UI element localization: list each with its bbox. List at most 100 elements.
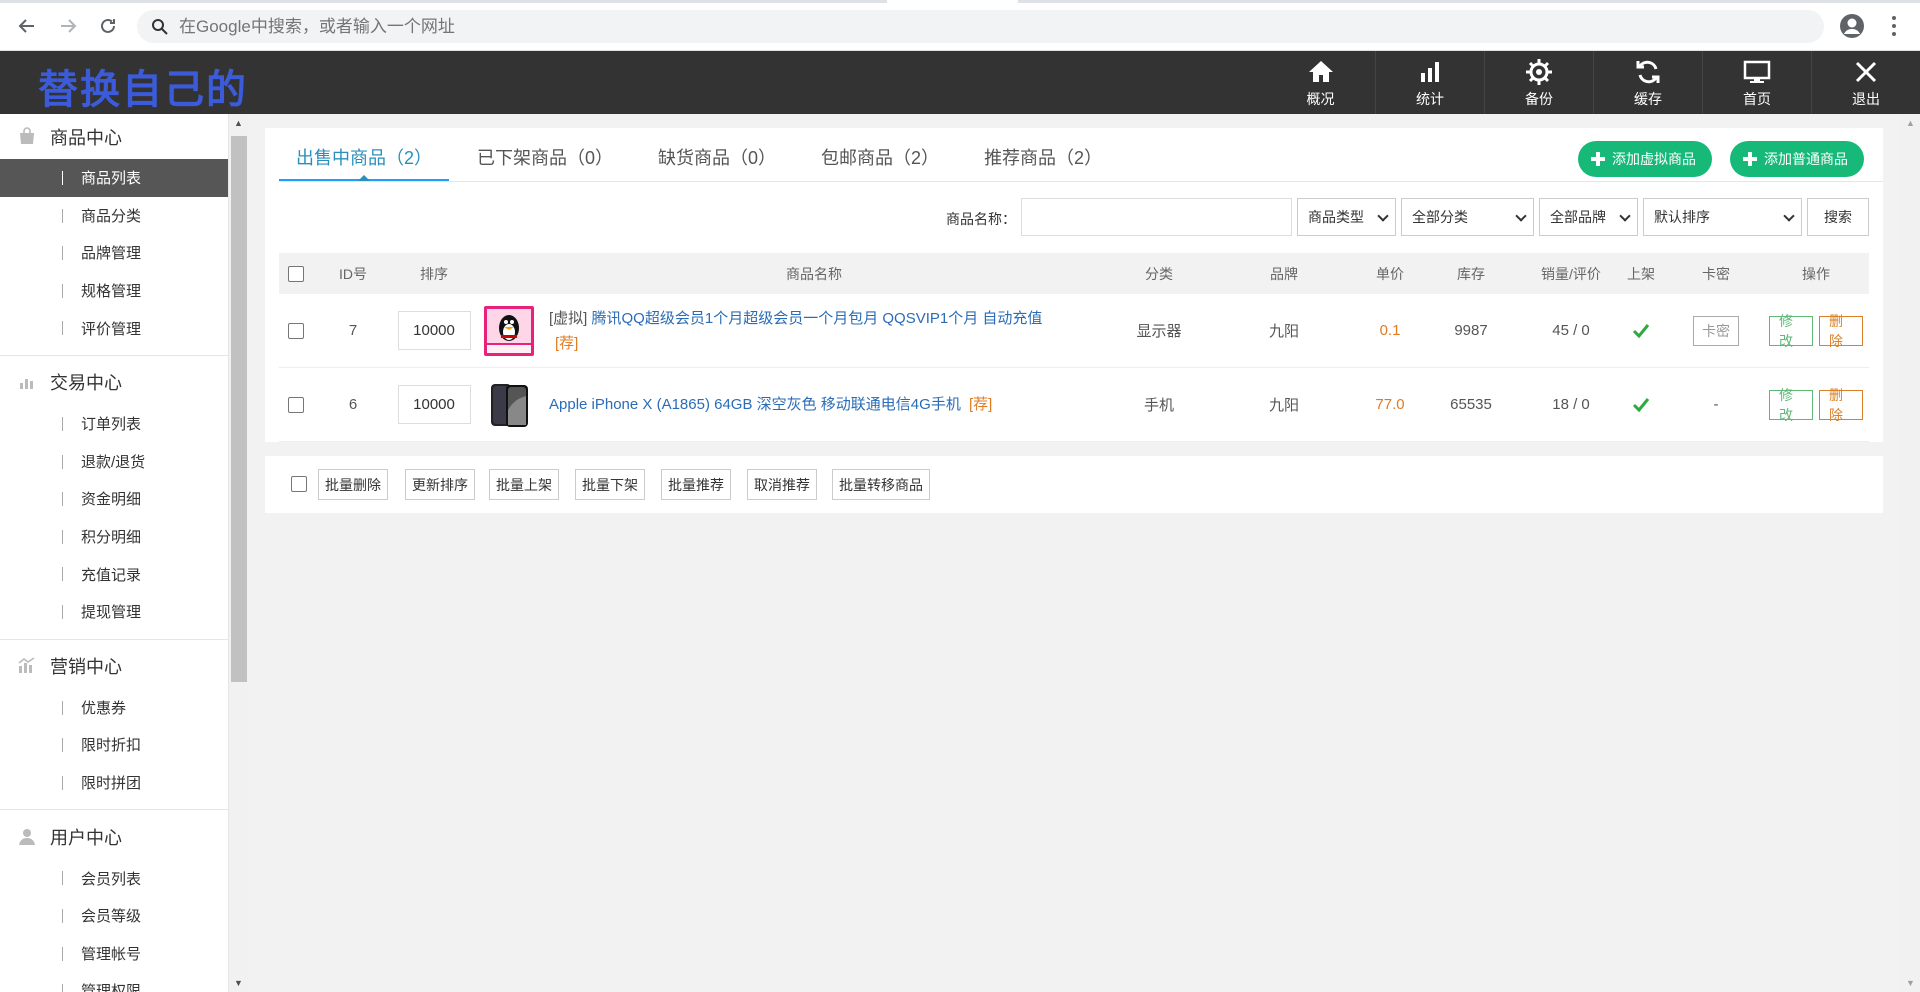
sidebar-item-goods-category[interactable]: 商品分类 bbox=[0, 197, 228, 235]
sidebar-item-goods-list[interactable]: 商品列表 bbox=[0, 159, 228, 197]
check-icon[interactable] bbox=[1631, 395, 1651, 415]
cell-image bbox=[483, 294, 535, 367]
cell-sales: 18 / 0 bbox=[1552, 396, 1590, 413]
sidebar-item-points[interactable]: 积分明细 bbox=[0, 518, 228, 556]
cancel-recommend-button[interactable]: 取消推荐 bbox=[747, 469, 817, 500]
sidebar-item-label: 订单列表 bbox=[81, 416, 142, 434]
sidebar-item-coupons[interactable]: 优惠券 bbox=[0, 689, 228, 727]
category-select[interactable]: 全部分类 bbox=[1401, 198, 1534, 236]
nav-homepage[interactable]: 首页 bbox=[1702, 51, 1811, 114]
qq-penguin-icon[interactable] bbox=[484, 305, 534, 356]
brand-select[interactable]: 全部品牌 bbox=[1539, 198, 1638, 236]
sidebar-item-withdraw[interactable]: 提现管理 bbox=[0, 593, 228, 631]
main-scrollbar[interactable]: ▲ ▼ bbox=[1900, 114, 1920, 992]
bulk-recommend-button[interactable]: 批量推荐 bbox=[661, 469, 731, 500]
cell-actions: 修改 删除 bbox=[1766, 294, 1866, 367]
update-sort-button[interactable]: 更新排序 bbox=[405, 469, 475, 500]
reload-icon[interactable] bbox=[94, 12, 122, 40]
add-virtual-goods-button[interactable]: 添加虚拟商品 bbox=[1578, 141, 1712, 177]
goods-name-link[interactable]: [虚拟] 腾讯QQ超级会员1个月超级会员一个月包月 QQSVIP1个月 自动充值… bbox=[549, 294, 1109, 367]
scrollbar-thumb[interactable] bbox=[231, 136, 247, 682]
back-icon[interactable] bbox=[13, 12, 41, 40]
row-checkbox[interactable] bbox=[288, 396, 304, 413]
sort-input[interactable] bbox=[397, 385, 471, 424]
sort-select[interactable]: 默认排序 bbox=[1643, 198, 1802, 236]
profile-icon[interactable] bbox=[1838, 12, 1866, 40]
sidebar-item-recharge[interactable]: 充值记录 bbox=[0, 555, 228, 593]
delete-button[interactable]: 删除 bbox=[1819, 313, 1863, 349]
sidebar-item-label: 限时拼团 bbox=[81, 775, 142, 793]
nav-logout[interactable]: 退出 bbox=[1811, 51, 1920, 114]
sidebar-item-funds[interactable]: 资金明细 bbox=[0, 480, 228, 518]
col-price: 单价 bbox=[1376, 265, 1404, 282]
scroll-down-icon[interactable]: ▼ bbox=[234, 978, 243, 988]
cell-id: 6 bbox=[348, 396, 358, 413]
edit-button[interactable]: 修改 bbox=[1769, 387, 1813, 423]
add-normal-goods-button[interactable]: 添加普通商品 bbox=[1730, 141, 1864, 177]
tab-off-shelf[interactable]: 已下架商品（0） bbox=[460, 128, 630, 181]
sidebar-item-orders[interactable]: 订单列表 bbox=[0, 405, 228, 443]
plus-icon bbox=[1742, 151, 1758, 167]
iphone-icon[interactable] bbox=[484, 379, 534, 430]
bulk-on-shelf-button[interactable]: 批量上架 bbox=[489, 469, 559, 500]
goods-name-link[interactable]: Apple iPhone X (A1865) 64GB 深空灰色 移动联通电信4… bbox=[549, 368, 1109, 441]
goods-name-label: 商品名称： bbox=[946, 211, 1016, 227]
nav-overview[interactable]: 概况 bbox=[1266, 51, 1375, 114]
bulk-delete-button[interactable]: 批量删除 bbox=[318, 469, 388, 500]
sidebar-item-admin-accounts[interactable]: 管理帐号 bbox=[0, 935, 228, 973]
sidebar-item-group-buy[interactable]: 限时拼团 bbox=[0, 764, 228, 802]
omnibox-input[interactable] bbox=[179, 16, 1779, 37]
tab-on-sale[interactable]: 出售中商品（2） bbox=[279, 128, 450, 181]
sidebar-item-flash-discount[interactable]: 限时折扣 bbox=[0, 726, 228, 764]
sidebar-group-title[interactable]: 用户中心 bbox=[0, 814, 228, 859]
cell-category: 显示器 bbox=[1136, 323, 1182, 340]
col-name: 商品名称 bbox=[786, 265, 842, 282]
home-icon bbox=[1308, 60, 1333, 82]
search-button[interactable]: 搜索 bbox=[1807, 198, 1869, 236]
goods-type-select[interactable]: 商品类型 bbox=[1297, 198, 1396, 236]
scroll-up-icon[interactable]: ▲ bbox=[1906, 118, 1915, 128]
nav-statistics[interactable]: 统计 bbox=[1375, 51, 1484, 114]
sidebar-group-marketing: 营销中心 优惠券 限时折扣 限时拼团 bbox=[0, 644, 228, 811]
nav-backup[interactable]: 备份 bbox=[1484, 51, 1593, 114]
sidebar-item-spec[interactable]: 规格管理 bbox=[0, 272, 228, 310]
sidebar-item-reviews[interactable]: 评价管理 bbox=[0, 309, 228, 347]
sidebar-scrollbar[interactable]: ▲ ▼ bbox=[229, 114, 249, 992]
sidebar-group-title[interactable]: 交易中心 bbox=[0, 360, 228, 405]
more-menu-icon[interactable] bbox=[1882, 12, 1906, 40]
goods-tabs: 出售中商品（2） 已下架商品（0） 缺货商品（0） 包邮商品（2） 推荐商品（2… bbox=[279, 128, 1130, 181]
goods-name-input[interactable] bbox=[1021, 198, 1292, 236]
sidebar-item-member-levels[interactable]: 会员等级 bbox=[0, 897, 228, 935]
sidebar-group-title[interactable]: 营销中心 bbox=[0, 644, 228, 689]
bulk-off-shelf-button[interactable]: 批量下架 bbox=[575, 469, 645, 500]
edit-button[interactable]: 修改 bbox=[1769, 313, 1813, 349]
card-key-button[interactable]: 卡密 bbox=[1693, 315, 1739, 346]
col-card-key: 卡密 bbox=[1702, 265, 1730, 282]
forward-icon[interactable] bbox=[54, 12, 82, 40]
cell-card-key: 卡密 bbox=[1676, 294, 1756, 367]
tab-out-of-stock[interactable]: 缺货商品（0） bbox=[641, 128, 793, 181]
omnibox[interactable] bbox=[137, 10, 1824, 43]
tab-recommended[interactable]: 推荐商品（2） bbox=[967, 128, 1119, 181]
scroll-up-icon[interactable]: ▲ bbox=[234, 118, 243, 128]
delete-button[interactable]: 删除 bbox=[1819, 387, 1863, 423]
cell-id: 7 bbox=[348, 322, 358, 339]
sort-input[interactable] bbox=[397, 311, 471, 350]
check-icon[interactable] bbox=[1631, 321, 1651, 341]
row-check-cell bbox=[287, 368, 305, 441]
sidebar-item-admin-permissions[interactable]: 管理权限 bbox=[0, 972, 228, 992]
sidebar-item-brand[interactable]: 品牌管理 bbox=[0, 234, 228, 272]
bulk-transfer-button[interactable]: 批量转移商品 bbox=[832, 469, 930, 500]
nav-cache[interactable]: 缓存 bbox=[1593, 51, 1702, 114]
sidebar-group-title[interactable]: 商品中心 bbox=[0, 114, 228, 159]
select-all-checkbox[interactable] bbox=[288, 265, 304, 282]
bulk-select-checkbox[interactable] bbox=[291, 476, 307, 492]
tab-free-shipping[interactable]: 包邮商品（2） bbox=[804, 128, 956, 181]
select-value: 商品类型 bbox=[1308, 209, 1364, 225]
row-checkbox[interactable] bbox=[288, 322, 304, 339]
sidebar-item-members[interactable]: 会员列表 bbox=[0, 859, 228, 897]
scroll-down-icon[interactable]: ▼ bbox=[1906, 978, 1915, 988]
goods-table: ID号 排序 商品名称 分类 品牌 单价 库存 销量/评价 上架 卡密 操作 7 bbox=[279, 253, 1869, 442]
marketing-icon bbox=[16, 655, 38, 677]
sidebar-item-refunds[interactable]: 退款/退货 bbox=[0, 443, 228, 481]
